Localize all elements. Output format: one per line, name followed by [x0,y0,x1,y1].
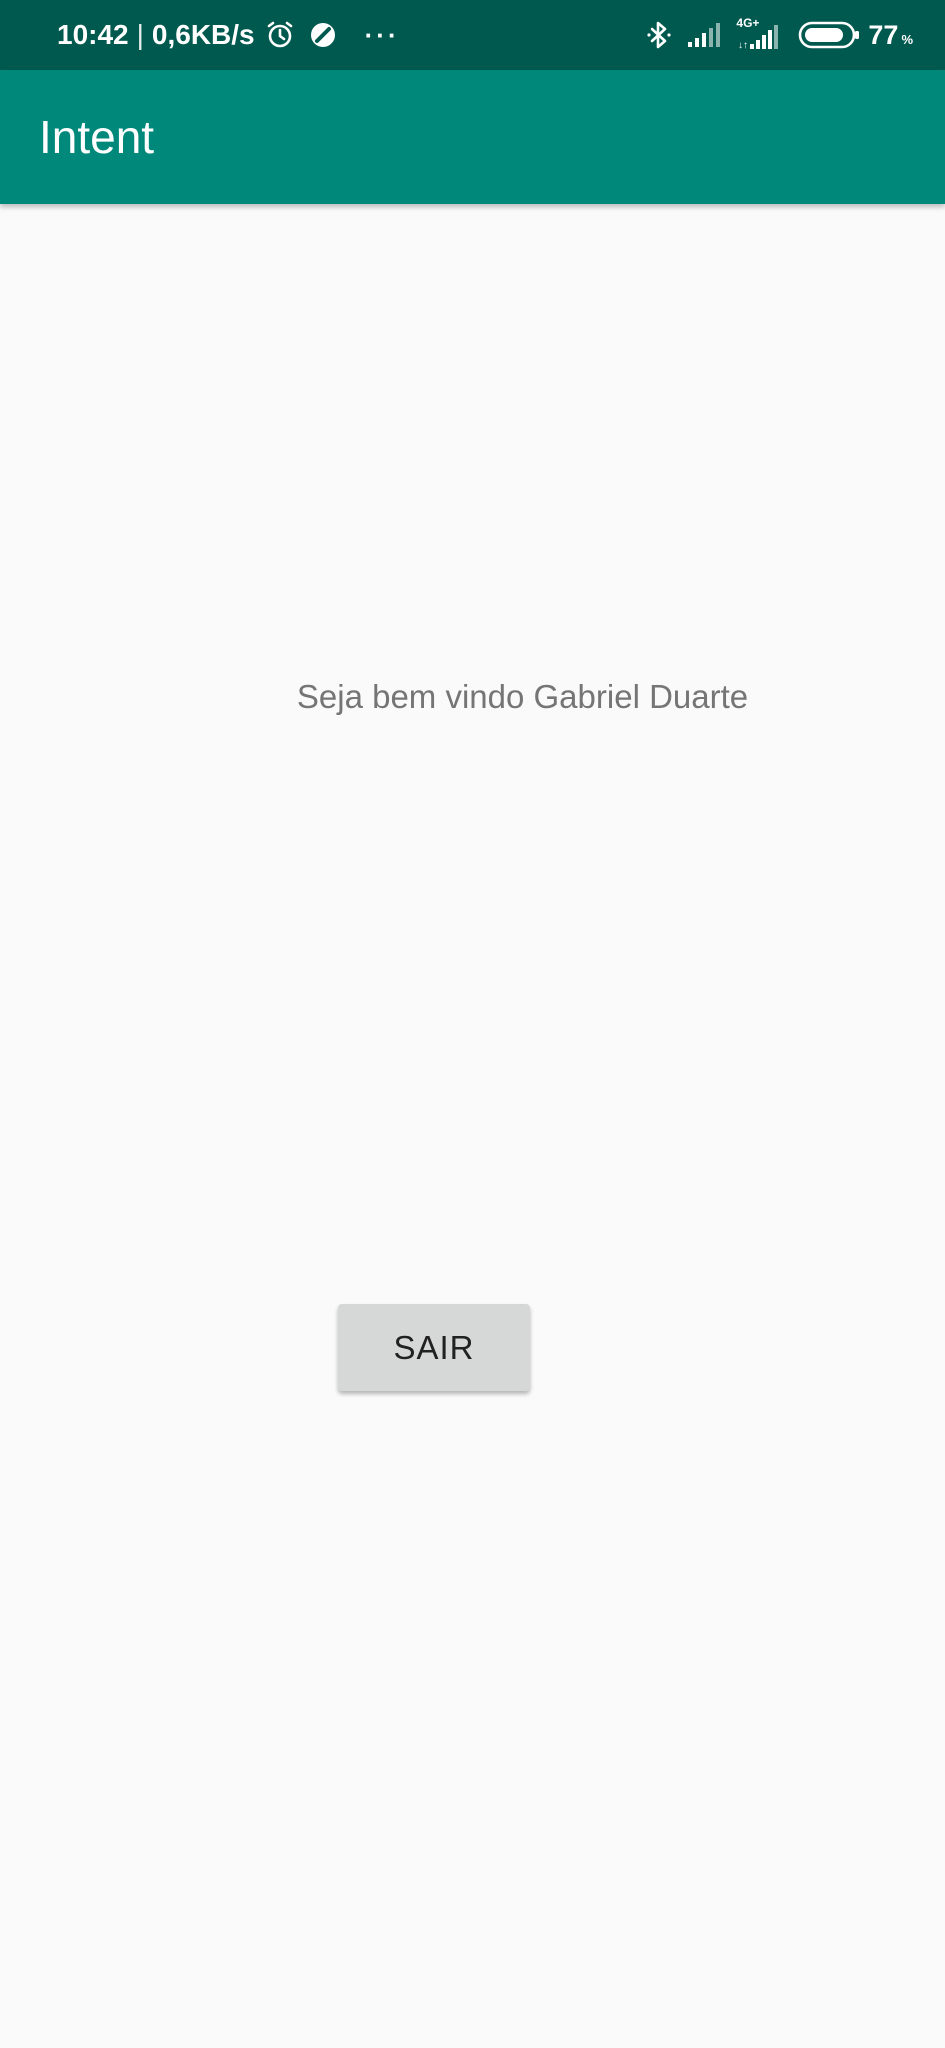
battery-percent-unit: % [901,31,913,47]
app-title: Intent [39,111,155,163]
bluetooth-icon [646,20,672,50]
dnd-icon [309,21,337,49]
svg-text:↓↑: ↓↑ [738,40,748,50]
more-notifications-icon: ··· [364,19,400,50]
welcome-text: Seja bem vindo Gabriel Duarte [296,678,749,715]
alarm-icon [265,20,295,50]
battery-icon [798,20,860,50]
signal-icon [686,22,722,48]
status-separator: | [136,19,144,50]
app-bar: Intent [0,70,945,204]
status-bar: 10:42 | 0,6KB/s ··· 4G+ ↓↑ 77 % [0,0,945,70]
signal-4g-icon: 4G+ ↓↑ [736,17,784,50]
status-time: 10:42 [57,19,129,50]
status-net-speed: 0,6KB/s [151,19,255,50]
battery-percent-value: 77 [868,19,899,50]
exit-button[interactable]: SAIR [338,1304,530,1391]
status-bar-right: 4G+ ↓↑ 77% [632,0,913,70]
status-bar-left: 10:42 | 0,6KB/s ··· [57,0,400,70]
battery-percent: 77% [868,20,913,51]
